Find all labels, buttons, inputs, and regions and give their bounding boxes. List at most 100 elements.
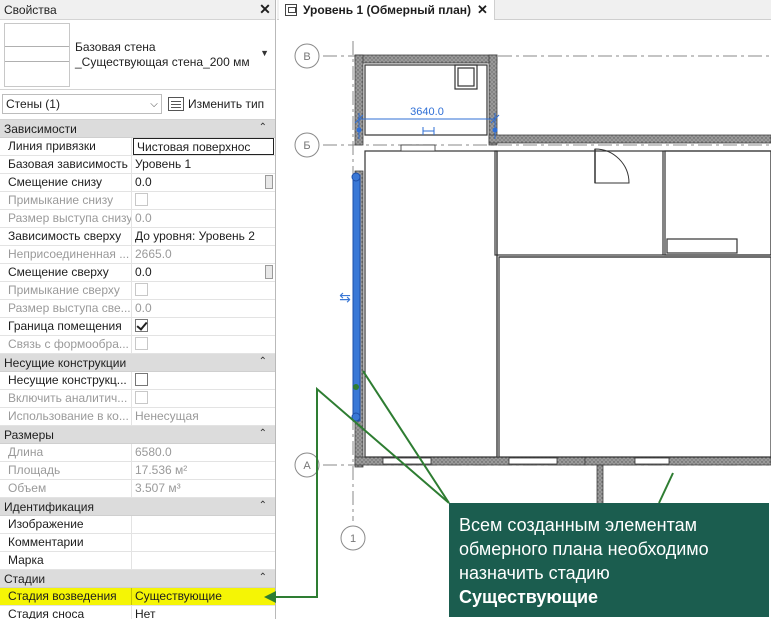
prop-row: Марка [0, 552, 275, 570]
prop-value [132, 390, 275, 407]
prop-value[interactable]: Уровень 1 [132, 156, 275, 173]
prop-value [132, 372, 275, 389]
prop-label: Стадия возведения [0, 588, 132, 605]
prop-value: 0.0 [135, 175, 152, 189]
section-identity[interactable]: Идентификация ⌃ [0, 498, 275, 516]
phase-created-select[interactable]: Существующие [132, 588, 275, 605]
prop-row: Размер выступа снизу 0.0 [0, 210, 275, 228]
prop-value-wrap[interactable]: 0.0 [132, 174, 275, 191]
prop-value[interactable] [132, 552, 275, 569]
analytical-checkbox [135, 391, 148, 405]
prop-row: Использование в ко... Ненесущая [0, 408, 275, 426]
phase-demolished-select[interactable]: Нет [132, 606, 275, 619]
dropdown-arrow-icon[interactable]: ▼ [260, 48, 269, 58]
prop-label: Размер выступа све... [0, 300, 132, 317]
grid-label: А [303, 460, 311, 472]
type-family: Базовая стена [75, 40, 156, 54]
tab-label: Уровень 1 (Обмерный план) [303, 3, 471, 17]
wall-type-preview [4, 23, 70, 87]
view-tabbar: Уровень 1 (Обмерный план) ✕ [277, 0, 771, 20]
prop-row-phase-created: Стадия возведения Существующие [0, 588, 275, 606]
floor-plan-icon [285, 4, 297, 16]
dimension-text: 3640.0 [410, 106, 444, 118]
section-phasing[interactable]: Стадии ⌃ [0, 570, 275, 588]
prop-label: Неприсоединенная ... [0, 246, 132, 263]
prop-label: Связь с формообра... [0, 336, 132, 353]
prop-value[interactable] [132, 516, 275, 533]
close-tab-icon[interactable]: ✕ [477, 2, 488, 18]
section-dimensions[interactable]: Размеры ⌃ [0, 426, 275, 444]
door-swing [594, 148, 630, 184]
section-title: Зависимости [4, 121, 77, 136]
wall-endpoint-handle[interactable] [351, 172, 361, 182]
prop-value[interactable]: До уровня: Уровень 2 [132, 228, 275, 245]
section-title: Размеры [4, 427, 54, 442]
prop-row: Смещение сверху 0.0 [0, 264, 275, 282]
flip-arrows-icon[interactable]: ⇆ [339, 290, 351, 306]
collapse-icon[interactable]: ⌃ [259, 428, 267, 439]
callout-emphasis: Существующие [459, 585, 759, 609]
collapse-icon[interactable]: ⌃ [259, 572, 267, 583]
grid-label: Б [303, 140, 310, 152]
wall-midpoint [353, 384, 359, 390]
prop-label: Линия привязки [0, 138, 132, 155]
prop-label: Базовая зависимость [0, 156, 132, 173]
properties-title: Свойства [4, 2, 57, 17]
prop-label: Длина [0, 444, 132, 461]
type-selector[interactable]: Базовая стена _Существующая стена_200 мм… [0, 20, 275, 90]
prop-value[interactable] [132, 534, 275, 551]
prop-value [132, 336, 275, 353]
prop-row: Площадь 17.536 м² [0, 462, 275, 480]
properties-grid: Зависимости ⌃ Линия привязки Чистовая пове… [0, 119, 275, 619]
prop-label: Изображение [0, 516, 132, 533]
drawing-canvas[interactable]: В Б А 1 3640.0 ⇆ Всем созданным элемента… [277, 21, 771, 619]
prop-row: Примыкание сверху [0, 282, 275, 300]
prop-row: Изображение [0, 516, 275, 534]
prop-value-wrap[interactable]: 0.0 [132, 264, 275, 281]
type-name-value: _Существующая стена_200 мм [75, 55, 250, 69]
section-title: Стадии [4, 571, 46, 586]
section-title: Несущие конструкции [4, 355, 127, 370]
structural-checkbox[interactable] [135, 373, 148, 387]
prop-value [132, 282, 275, 299]
prop-value [132, 318, 275, 335]
location-line-select[interactable]: Чистовая поверхнос [133, 138, 274, 155]
collapse-icon[interactable]: ⌃ [259, 122, 267, 133]
prop-label: Несущие конструкц... [0, 372, 132, 389]
prop-row: Базовая зависимость Уровень 1 [0, 156, 275, 174]
prop-label: Граница помещения [0, 318, 132, 335]
collapse-icon[interactable]: ⌃ [259, 356, 267, 367]
prop-label: Объем [0, 480, 132, 497]
prop-value: 0.0 [135, 211, 152, 225]
prop-value: 0.0 [135, 265, 152, 279]
instruction-callout: Всем созданным элементам обмерного плана… [449, 503, 769, 617]
prop-row: Длина 6580.0 [0, 444, 275, 462]
scroll-thumb[interactable] [265, 175, 273, 189]
prop-label: Смещение снизу [0, 174, 132, 191]
chevron-down-icon: ⌵ [150, 98, 158, 110]
section-structural[interactable]: Несущие конструкции ⌃ [0, 354, 275, 372]
attach-top-checkbox [135, 283, 148, 297]
callout-line: обмерного плана необходимо [459, 539, 709, 559]
prop-label: Включить аналитич... [0, 390, 132, 407]
prop-value: 17.536 м² [135, 463, 188, 477]
prop-label: Зависимость сверху [0, 228, 132, 245]
element-filter-select[interactable]: Стены (1) ⌵ [2, 94, 162, 114]
close-icon[interactable]: ✕ [255, 1, 275, 18]
section-constraints[interactable]: Зависимости ⌃ [0, 120, 275, 138]
room-bounding-checkbox[interactable] [135, 319, 148, 333]
edit-type-button[interactable]: Изменить тип [168, 94, 264, 114]
grid-lines [323, 41, 771, 521]
filter-row: Стены (1) ⌵ Изменить тип [0, 92, 275, 116]
scroll-thumb[interactable] [265, 265, 273, 279]
collapse-icon[interactable]: ⌃ [259, 500, 267, 511]
prop-row: Смещение снизу 0.0 [0, 174, 275, 192]
prop-label: Смещение сверху [0, 264, 132, 281]
tab-level-1[interactable]: Уровень 1 (Обмерный план) ✕ [279, 0, 495, 20]
prop-value: 3.507 м³ [135, 481, 181, 495]
prop-value: 6580.0 [135, 445, 172, 459]
filter-value: Стены (1) [6, 97, 60, 111]
prop-value [132, 192, 275, 209]
prop-label: Использование в ко... [0, 408, 132, 425]
prop-row: Граница помещения [0, 318, 275, 336]
